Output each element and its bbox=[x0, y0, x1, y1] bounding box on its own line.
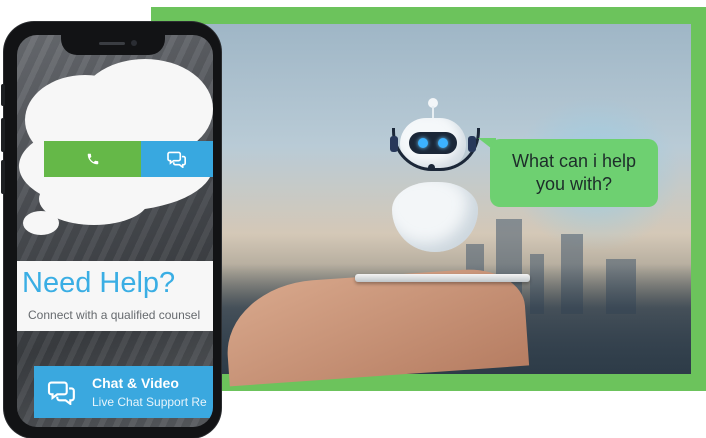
call-button[interactable] bbox=[44, 141, 141, 177]
chat-video-title: Chat & Video bbox=[92, 375, 179, 391]
speaker-grille bbox=[99, 42, 125, 45]
handheld-phone-image bbox=[355, 274, 530, 282]
phone-mockup: Need Help? Connect with a qualified coun… bbox=[1, 22, 221, 438]
speech-bubble-line2: you with? bbox=[535, 174, 613, 194]
robot-assistant-icon bbox=[380, 98, 490, 258]
speech-bubble: What can i help you with? bbox=[490, 139, 658, 207]
help-subtitle: Connect with a qualified counsel bbox=[28, 308, 201, 322]
chat-bubbles-icon bbox=[167, 151, 186, 168]
contact-bar bbox=[44, 141, 213, 177]
chat-video-subtitle: Live Chat Support Re bbox=[92, 395, 207, 409]
speech-bubble-line1: What can i help bbox=[511, 151, 637, 171]
phone-icon bbox=[87, 153, 98, 165]
help-title: Need Help? bbox=[22, 267, 176, 299]
chat-bubbles-icon bbox=[47, 381, 75, 405]
chat-button-top[interactable] bbox=[141, 141, 213, 177]
help-panel: Need Help? Connect with a qualified coun… bbox=[17, 261, 213, 331]
phone-notch bbox=[61, 35, 165, 55]
chat-video-button[interactable]: Chat & Video Live Chat Support Re bbox=[34, 366, 213, 418]
phone-screen: Need Help? Connect with a qualified coun… bbox=[17, 35, 213, 427]
front-camera-icon bbox=[131, 40, 137, 46]
